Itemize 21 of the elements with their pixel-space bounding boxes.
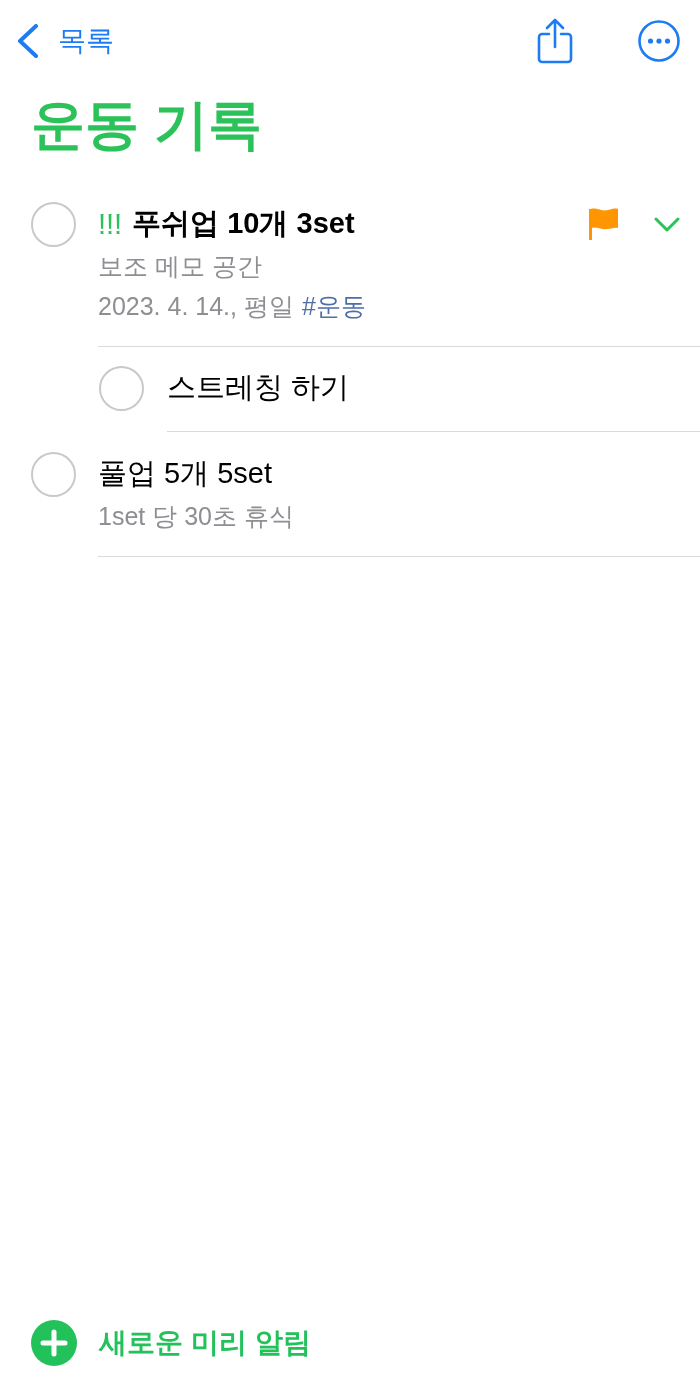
reminder-title: 푸쉬업 10개 3set	[132, 206, 355, 241]
list-title: 운동 기록	[30, 93, 263, 156]
reminder-notes: 보조 메모 공간	[98, 251, 263, 282]
more-icon	[638, 20, 680, 62]
hashtag[interactable]: #운동	[301, 286, 366, 326]
chevron-left-icon	[17, 24, 39, 58]
checkbox[interactable]	[31, 452, 76, 497]
reminder-notes: 1set 당 30초 휴식	[98, 501, 295, 532]
priority-marks: !!!	[98, 207, 123, 241]
due-date: 2023. 4. 14., 평일	[98, 291, 294, 322]
back-button[interactable]: 목록	[17, 21, 114, 61]
checkbox[interactable]	[31, 202, 76, 247]
plus-circle-icon	[31, 1320, 77, 1366]
share-button[interactable]	[537, 18, 573, 64]
checkbox[interactable]	[99, 366, 144, 411]
more-button[interactable]	[638, 20, 680, 62]
share-icon	[537, 18, 573, 64]
subtask-title: 스트레칭 하기	[167, 370, 350, 405]
reminder-title: 풀업 5개 5set	[98, 456, 273, 491]
new-reminder-button[interactable]: 새로운 미리 알림	[31, 1320, 311, 1366]
chevron-down-icon[interactable]	[654, 216, 680, 232]
